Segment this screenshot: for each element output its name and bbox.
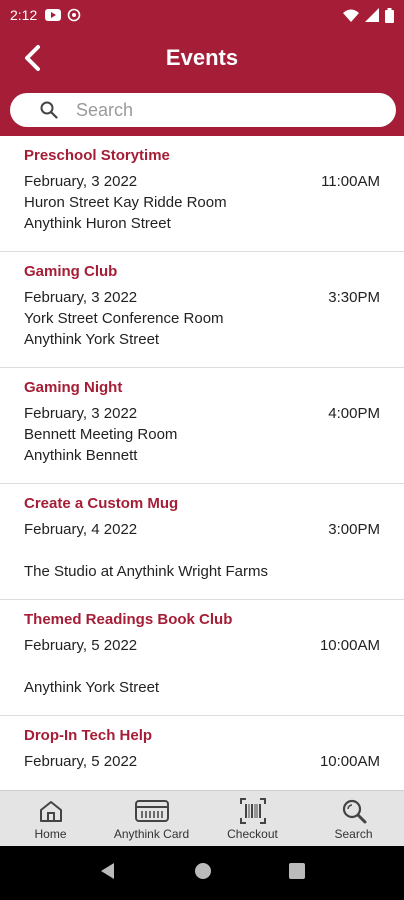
event-date: February, 5 2022 (24, 637, 138, 654)
search-input[interactable] (76, 99, 356, 121)
hotspot-icon (67, 8, 81, 22)
chevron-left-icon (25, 45, 40, 71)
event-title: Themed Readings Book Club (24, 611, 233, 628)
event-room: Huron Street Kay Ridde Room (24, 194, 227, 211)
event-time: 11:00AM (321, 173, 380, 190)
event-time: 3:00PM (328, 521, 380, 538)
event-title: Gaming Night (24, 379, 123, 396)
square-recents-icon (289, 862, 306, 879)
event-room (24, 540, 380, 561)
nav-checkout-label: Checkout (227, 826, 278, 841)
event-item[interactable]: Create a Custom Mug February, 4 2022 3:00… (0, 484, 404, 600)
search-icon (341, 797, 367, 825)
home-icon (38, 797, 64, 825)
event-date: February, 3 2022 (24, 405, 138, 422)
back-button[interactable] (14, 40, 50, 76)
barcode-icon (239, 797, 266, 825)
event-location: Anythink Bennett (24, 447, 138, 464)
event-time: 10:00AM (319, 753, 380, 770)
page-title: Events (165, 45, 239, 70)
event-date: February, 4 2022 (24, 521, 138, 538)
event-title: Gaming Club (24, 263, 118, 280)
event-room (24, 772, 380, 790)
event-item[interactable]: Preschool Storytime February, 3 2022 11:0… (0, 136, 404, 252)
event-time: 3:30PM (328, 289, 380, 306)
event-title: Drop-In Tech Help (24, 727, 153, 744)
event-list: Preschool Storytime February, 3 2022 11:0… (0, 136, 404, 790)
system-home-button[interactable] (194, 862, 212, 885)
event-item[interactable]: Gaming Club February, 3 2022 3:30PM York … (0, 252, 404, 368)
event-room (24, 656, 380, 677)
search-box[interactable] (10, 93, 396, 127)
triangle-back-icon (100, 862, 114, 879)
nav-search[interactable]: Search (303, 791, 404, 846)
event-location: The Studio at Anythink Wright Farms (24, 563, 268, 580)
signal-icon (365, 8, 379, 22)
event-item[interactable]: Themed Readings Book Club February, 5 20… (0, 600, 404, 716)
event-room: York Street Conference Room (24, 310, 224, 327)
system-navigation-bar (0, 846, 404, 900)
event-title: Preschool Storytime (24, 147, 170, 164)
nav-checkout[interactable]: Checkout (202, 791, 303, 846)
nav-card-label: Anythink Card (113, 826, 190, 841)
search-bar-container (0, 86, 404, 136)
nav-home[interactable]: Home (0, 791, 101, 846)
card-icon (134, 797, 169, 825)
event-date: February, 3 2022 (24, 173, 138, 190)
event-time: 4:00PM (328, 405, 380, 422)
battery-icon (385, 7, 394, 23)
event-date: February, 3 2022 (24, 289, 138, 306)
nav-home-label: Home (34, 826, 67, 841)
event-item[interactable]: Drop-In Tech Help February, 5 2022 10:00A… (0, 716, 404, 790)
event-location: Anythink York Street (24, 331, 160, 348)
app-bar: Events (0, 30, 404, 86)
status-time: 2:12 (10, 7, 38, 23)
event-title: Create a Custom Mug (24, 495, 179, 512)
status-bar: 2:12 (0, 0, 404, 30)
wifi-icon (343, 9, 359, 22)
search-icon (40, 101, 58, 119)
system-recents-button[interactable] (289, 862, 306, 884)
event-date: February, 5 2022 (24, 753, 138, 770)
bottom-navigation: Home Anythink Card Checkout Search (0, 790, 404, 846)
event-time: 10:00AM (319, 637, 380, 654)
system-back-button[interactable] (99, 862, 117, 885)
event-location: Anythink York Street (24, 679, 160, 696)
circle-home-icon (194, 862, 211, 879)
event-room: Bennett Meeting Room (24, 426, 178, 443)
youtube-icon (45, 9, 62, 21)
nav-search-label: Search (334, 826, 373, 841)
event-location: Anythink Huron Street (24, 215, 171, 232)
event-item[interactable]: Gaming Night February, 3 2022 4:00PM Benn… (0, 368, 404, 484)
nav-card[interactable]: Anythink Card (101, 791, 202, 846)
